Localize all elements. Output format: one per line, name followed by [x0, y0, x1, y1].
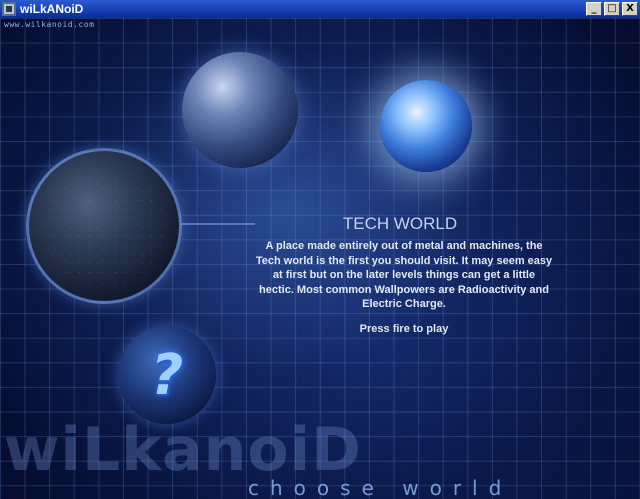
window-controls: _ □ X	[586, 2, 638, 16]
world-title: TECH WORLD	[342, 214, 458, 233]
site-url: www.wilkanoid.com	[4, 20, 95, 29]
game-canvas[interactable]: www.wilkanoid.com ? TECH WORLD A place m…	[0, 18, 640, 499]
tech-world-planet-icon[interactable]	[26, 148, 182, 304]
maximize-button[interactable]: □	[604, 2, 620, 16]
title-bar[interactable]: wiLkANoiD _ □ X	[0, 0, 640, 18]
question-mark-icon: ?	[150, 342, 184, 408]
tech-surface-pattern	[43, 165, 165, 287]
minimize-button[interactable]: _	[586, 2, 602, 16]
app-icon	[2, 2, 16, 16]
footer-logo: wiLkanoiD	[4, 415, 362, 485]
rock-world-planet-icon[interactable]	[182, 52, 298, 168]
world-description: A place made entirely out of metal and m…	[255, 240, 553, 310]
play-prompt: Press fire to play	[359, 323, 449, 335]
water-world-planet-icon[interactable]	[380, 80, 472, 172]
choose-world-caption: choose world	[248, 476, 513, 499]
window-title: wiLkANoiD	[20, 2, 84, 16]
close-button[interactable]: X	[622, 2, 638, 16]
help-orb-icon[interactable]: ?	[118, 326, 216, 424]
game-window: wiLkANoiD _ □ X www.wilkanoid.com ? TECH…	[0, 0, 640, 499]
